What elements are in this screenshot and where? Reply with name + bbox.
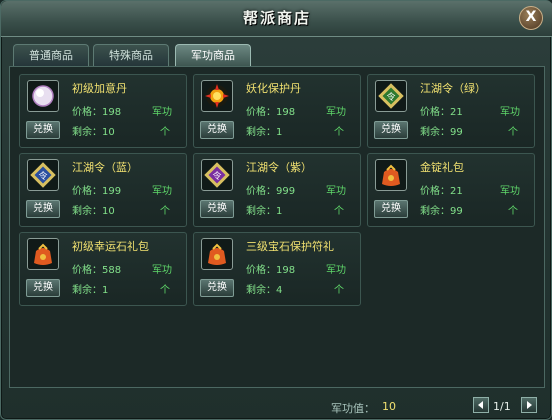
- svg-text:令: 令: [38, 170, 47, 182]
- stock-unit: 个: [334, 206, 344, 217]
- item-price: 价格：21: [420, 186, 463, 197]
- item-stock: 剩余：1: [246, 206, 283, 217]
- exchange-button[interactable]: 兑换: [26, 200, 60, 218]
- item-stock: 剩余：1: [246, 127, 283, 138]
- item-name: 江湖令（绿）: [420, 82, 486, 95]
- svg-text:令: 令: [212, 170, 221, 182]
- item-price: 价格：999: [246, 186, 296, 197]
- stock-unit: 个: [334, 127, 344, 138]
- item-stock: 剩余：4: [246, 285, 283, 296]
- tab-normal-goods[interactable]: 普通商品: [13, 44, 89, 66]
- next-page-button[interactable]: [521, 397, 537, 413]
- exchange-button[interactable]: 兑换: [200, 279, 234, 297]
- prev-page-button[interactable]: [473, 397, 489, 413]
- page-indicator: 1/1: [493, 400, 511, 413]
- item-price: 价格：198: [72, 107, 122, 118]
- item-card: 兑换 初级加意丹 价格：198 军功 剩余：10 个: [19, 74, 187, 148]
- flame-orb-icon: [201, 80, 233, 112]
- price-currency: 军功: [152, 107, 172, 118]
- item-grid: 兑换 初级加意丹 价格：198 军功 剩余：10 个 兑换 妖化保护丹 价格：1…: [9, 66, 545, 388]
- guild-shop-window: 帮派商店 X 普通商品 特殊商品 军功商品 兑换 初级加意丹 价格：198 军功…: [0, 0, 552, 420]
- exchange-button[interactable]: 兑换: [374, 200, 408, 218]
- price-currency: 军功: [500, 186, 520, 197]
- exchange-button[interactable]: 兑换: [200, 200, 234, 218]
- item-stock: 剩余：10: [72, 206, 115, 217]
- stock-unit: 个: [160, 206, 170, 217]
- exchange-button[interactable]: 兑换: [374, 121, 408, 139]
- exchange-button[interactable]: 兑换: [26, 121, 60, 139]
- pearl-icon: [27, 80, 59, 112]
- merit-label: 军功值：: [331, 402, 375, 415]
- item-card: 兑换 初级幸运石礼包 价格：588 军功 剩余：1 个: [19, 232, 187, 306]
- stock-unit: 个: [160, 127, 170, 138]
- blue-token-icon: 令: [27, 159, 59, 191]
- item-name: 妖化保护丹: [246, 82, 301, 95]
- item-stock: 剩余：1: [72, 285, 109, 296]
- arrow-right-icon: [527, 401, 532, 409]
- merit-value: 10: [382, 400, 396, 413]
- close-button[interactable]: X: [519, 6, 543, 30]
- item-card: 兑换 三级宝石保护符礼 价格：198 军功 剩余：4 个: [193, 232, 361, 306]
- price-currency: 军功: [500, 107, 520, 118]
- exchange-button[interactable]: 兑换: [26, 279, 60, 297]
- item-price: 价格：198: [246, 265, 296, 276]
- item-price: 价格：199: [72, 186, 122, 197]
- item-stock: 剩余：10: [72, 127, 115, 138]
- svg-text:令: 令: [386, 91, 395, 103]
- item-card: 兑换 妖化保护丹 价格：198 军功 剩余：1 个: [193, 74, 361, 148]
- item-card: 兑换 金锭礼包 价格：21 军功 剩余：99 个: [367, 153, 535, 227]
- item-price: 价格：21: [420, 107, 463, 118]
- stock-unit: 个: [334, 285, 344, 296]
- item-name: 初级加意丹: [72, 82, 127, 95]
- item-name: 三级宝石保护符礼: [246, 240, 334, 253]
- window-title: 帮派商店: [242, 9, 311, 27]
- item-card: 令 兑换 江湖令（紫） 价格：999 军功 剩余：1 个: [193, 153, 361, 227]
- item-card: 令 兑换 江湖令（绿） 价格：21 军功 剩余：99 个: [367, 74, 535, 148]
- price-currency: 军功: [326, 107, 346, 118]
- gift-bag-icon: [375, 159, 407, 191]
- tab-merit-goods[interactable]: 军功商品: [175, 44, 251, 66]
- tab-special-goods[interactable]: 特殊商品: [93, 44, 169, 66]
- item-name: 初级幸运石礼包: [72, 240, 149, 253]
- item-name: 金锭礼包: [420, 161, 464, 174]
- item-price: 价格：198: [246, 107, 296, 118]
- item-card: 令 兑换 江湖令（蓝） 价格：199 军功 剩余：10 个: [19, 153, 187, 227]
- gift-bag-icon: [201, 238, 233, 270]
- item-name: 江湖令（紫）: [246, 161, 312, 174]
- stock-unit: 个: [508, 206, 518, 217]
- item-stock: 剩余：99: [420, 127, 463, 138]
- item-name: 江湖令（蓝）: [72, 161, 138, 174]
- price-currency: 军功: [326, 265, 346, 276]
- arrow-left-icon: [478, 401, 483, 409]
- green-token-icon: 令: [375, 80, 407, 112]
- price-currency: 军功: [152, 186, 172, 197]
- price-currency: 军功: [152, 265, 172, 276]
- item-price: 价格：588: [72, 265, 122, 276]
- stock-unit: 个: [160, 285, 170, 296]
- item-stock: 剩余：99: [420, 206, 463, 217]
- exchange-button[interactable]: 兑换: [200, 121, 234, 139]
- gift-bag-icon: [27, 238, 59, 270]
- purple-token-icon: 令: [201, 159, 233, 191]
- title-bar: 帮派商店 X: [1, 1, 552, 37]
- price-currency: 军功: [326, 186, 346, 197]
- stock-unit: 个: [508, 127, 518, 138]
